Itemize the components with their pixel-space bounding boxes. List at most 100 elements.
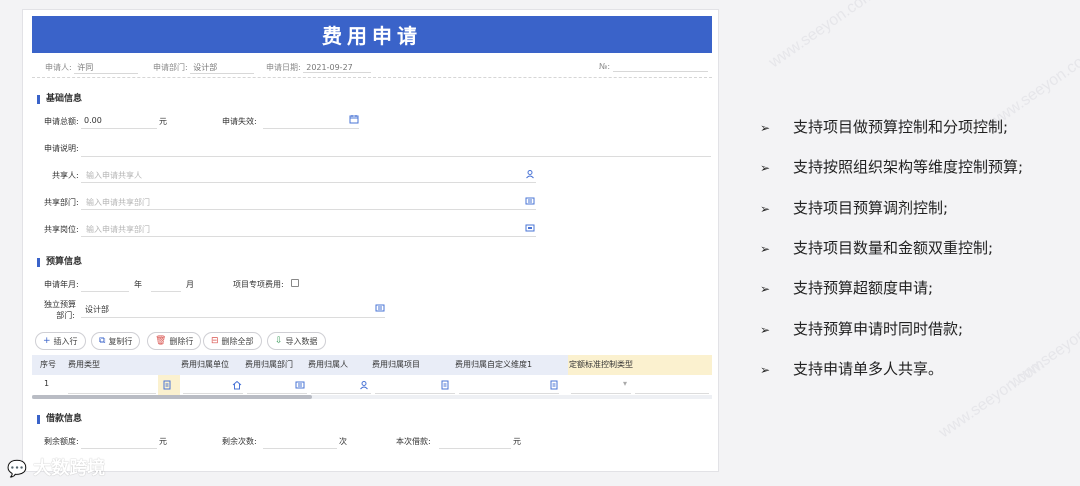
import-data-button[interactable]: ⇩ 导入数据 — [267, 332, 326, 350]
feature-item: ➢ 支持项目预算调剂控制; — [760, 199, 949, 217]
applicant-value[interactable]: 许同 — [74, 62, 139, 74]
brand-logo-text: 大数跨境 — [33, 458, 106, 479]
special-expense-label: 项目专项费用: — [233, 280, 284, 289]
arrow-bullet-icon: ➢ — [760, 282, 771, 296]
applicant-field: 申请人: 许同 — [45, 62, 139, 74]
column-header: 序号 — [40, 360, 56, 369]
watermark: www.seeyon.com — [1006, 305, 1080, 392]
sharer-input[interactable]: 输入申请共享人 — [86, 170, 142, 181]
department-select-icon[interactable] — [525, 196, 535, 206]
unit-cell[interactable] — [183, 393, 243, 394]
column-header: 费用归属单位 — [181, 360, 229, 369]
expire-input[interactable] — [263, 128, 359, 129]
share-post-label: 共享岗位: — [44, 225, 79, 234]
delete-all-icon: ⊟ — [211, 336, 219, 346]
department-label: 申请部门: — [153, 63, 188, 72]
delete-row-button[interactable]: 🗑 删除行 — [147, 332, 202, 350]
department-value[interactable]: 设计部 — [190, 62, 255, 74]
remaining-times-input[interactable] — [263, 448, 337, 449]
person-cell[interactable] — [311, 393, 371, 394]
custom-dimension-cell[interactable] — [459, 393, 559, 394]
total-underline — [81, 128, 157, 129]
row-index: 1 — [44, 379, 50, 388]
delete-all-button[interactable]: ⊟ 删除全部 — [203, 332, 262, 350]
share-department-label: 共享部门: — [44, 198, 79, 207]
copy-icon: ⧉ — [99, 336, 106, 346]
share-department-input[interactable]: 输入申请共享部门 — [86, 197, 150, 208]
independent-dept-label-line2: 部门: — [56, 311, 75, 320]
total-input[interactable]: 0.00 — [84, 116, 102, 125]
share-department-underline — [81, 209, 536, 210]
remaining-amount-input[interactable] — [81, 448, 157, 449]
doc-select-icon[interactable] — [162, 380, 172, 390]
doc-select-icon[interactable] — [440, 380, 450, 390]
column-header: 费用归属人 — [308, 360, 348, 369]
date-value[interactable]: 2021-09-27 — [303, 63, 372, 73]
department-cell[interactable] — [247, 393, 307, 394]
project-cell[interactable] — [375, 393, 455, 394]
feature-item: ➢ 支持申请单多人共享。 — [760, 360, 944, 378]
horizontal-scrollbar-track[interactable] — [32, 395, 712, 399]
date-field: 申请日期: 2021-09-27 — [266, 62, 372, 73]
copy-row-button[interactable]: ⧉ 复制行 — [91, 332, 141, 350]
department-select-icon[interactable] — [375, 303, 385, 313]
feature-item: ➢ 支持项目数量和金额双重控制; — [760, 239, 994, 257]
user-select-icon[interactable] — [359, 380, 369, 390]
remaining-amount-label: 剩余额度: — [44, 437, 79, 446]
doc-select-icon[interactable] — [549, 380, 559, 390]
column-header: 费用归属自定义维度1 — [455, 360, 533, 369]
section-loan-info: 借款信息 — [37, 415, 82, 424]
special-expense-checkbox[interactable] — [291, 279, 299, 287]
this-loan-input[interactable] — [439, 448, 511, 449]
month-unit: 月 — [186, 280, 194, 289]
department-select-icon[interactable] — [295, 380, 305, 390]
expense-application-form: 费用申请 申请人: 许同 申请部门: 设计部 申请日期: 2021-09-27 … — [22, 9, 719, 472]
sharer-label: 共享人: — [52, 171, 79, 180]
column-header: 定额标准控制类型 — [569, 360, 633, 369]
chevron-down-icon[interactable]: ▾ — [620, 379, 630, 389]
trash-icon: 🗑 — [155, 336, 167, 346]
user-select-icon[interactable] — [525, 169, 535, 179]
column-header: 费用归属项目 — [372, 360, 420, 369]
feature-item: ➢ 支持预算超额度申请; — [760, 279, 934, 297]
section-basic-info: 基础信息 — [37, 95, 82, 104]
year-month-label: 申请年月: — [44, 280, 79, 289]
share-post-input[interactable]: 输入申请共享部门 — [86, 224, 150, 235]
share-post-underline — [81, 236, 536, 237]
total-label: 申请总额: — [44, 117, 79, 126]
import-icon: ⇩ — [275, 336, 283, 346]
year-unit: 年 — [134, 280, 142, 289]
expire-label: 申请失效: — [222, 117, 257, 126]
extra-cell[interactable] — [635, 393, 709, 394]
independent-dept-label-line1: 独立预算 — [44, 300, 76, 309]
column-header: 费用类型 — [68, 360, 100, 369]
arrow-bullet-icon: ➢ — [760, 242, 771, 256]
arrow-bullet-icon: ➢ — [760, 161, 771, 175]
feature-item: ➢ 支持项目做预算控制和分项控制; — [760, 118, 1009, 136]
expense-type-cell[interactable] — [68, 393, 156, 394]
post-select-icon[interactable] — [525, 223, 535, 233]
divider — [32, 77, 712, 78]
column-header: 费用归属部门 — [245, 360, 293, 369]
independent-dept-input[interactable]: 设计部 — [85, 304, 109, 315]
month-input[interactable] — [151, 291, 181, 292]
number-label: №: — [599, 62, 611, 71]
insert-row-button[interactable]: + 插入行 — [35, 332, 86, 350]
year-input[interactable] — [81, 291, 129, 292]
number-field: №: — [599, 62, 708, 72]
home-icon[interactable] — [232, 380, 242, 390]
calendar-icon[interactable] — [349, 114, 359, 124]
plus-icon: + — [43, 336, 51, 346]
remaining-times-unit: 次 — [339, 437, 347, 446]
arrow-bullet-icon: ➢ — [760, 202, 771, 216]
description-input[interactable] — [81, 156, 711, 157]
feature-item: ➢ 支持按照组织架构等维度控制预算; — [760, 158, 1024, 176]
quota-control-select[interactable] — [571, 393, 631, 394]
arrow-bullet-icon: ➢ — [760, 121, 771, 135]
this-loan-unit: 元 — [513, 437, 521, 446]
brand-logo: 💬 大数跨境 — [7, 454, 105, 480]
number-value[interactable] — [612, 62, 708, 72]
horizontal-scrollbar-thumb[interactable] — [32, 395, 312, 399]
remaining-times-label: 剩余次数: — [222, 437, 257, 446]
total-unit: 元 — [159, 117, 167, 126]
